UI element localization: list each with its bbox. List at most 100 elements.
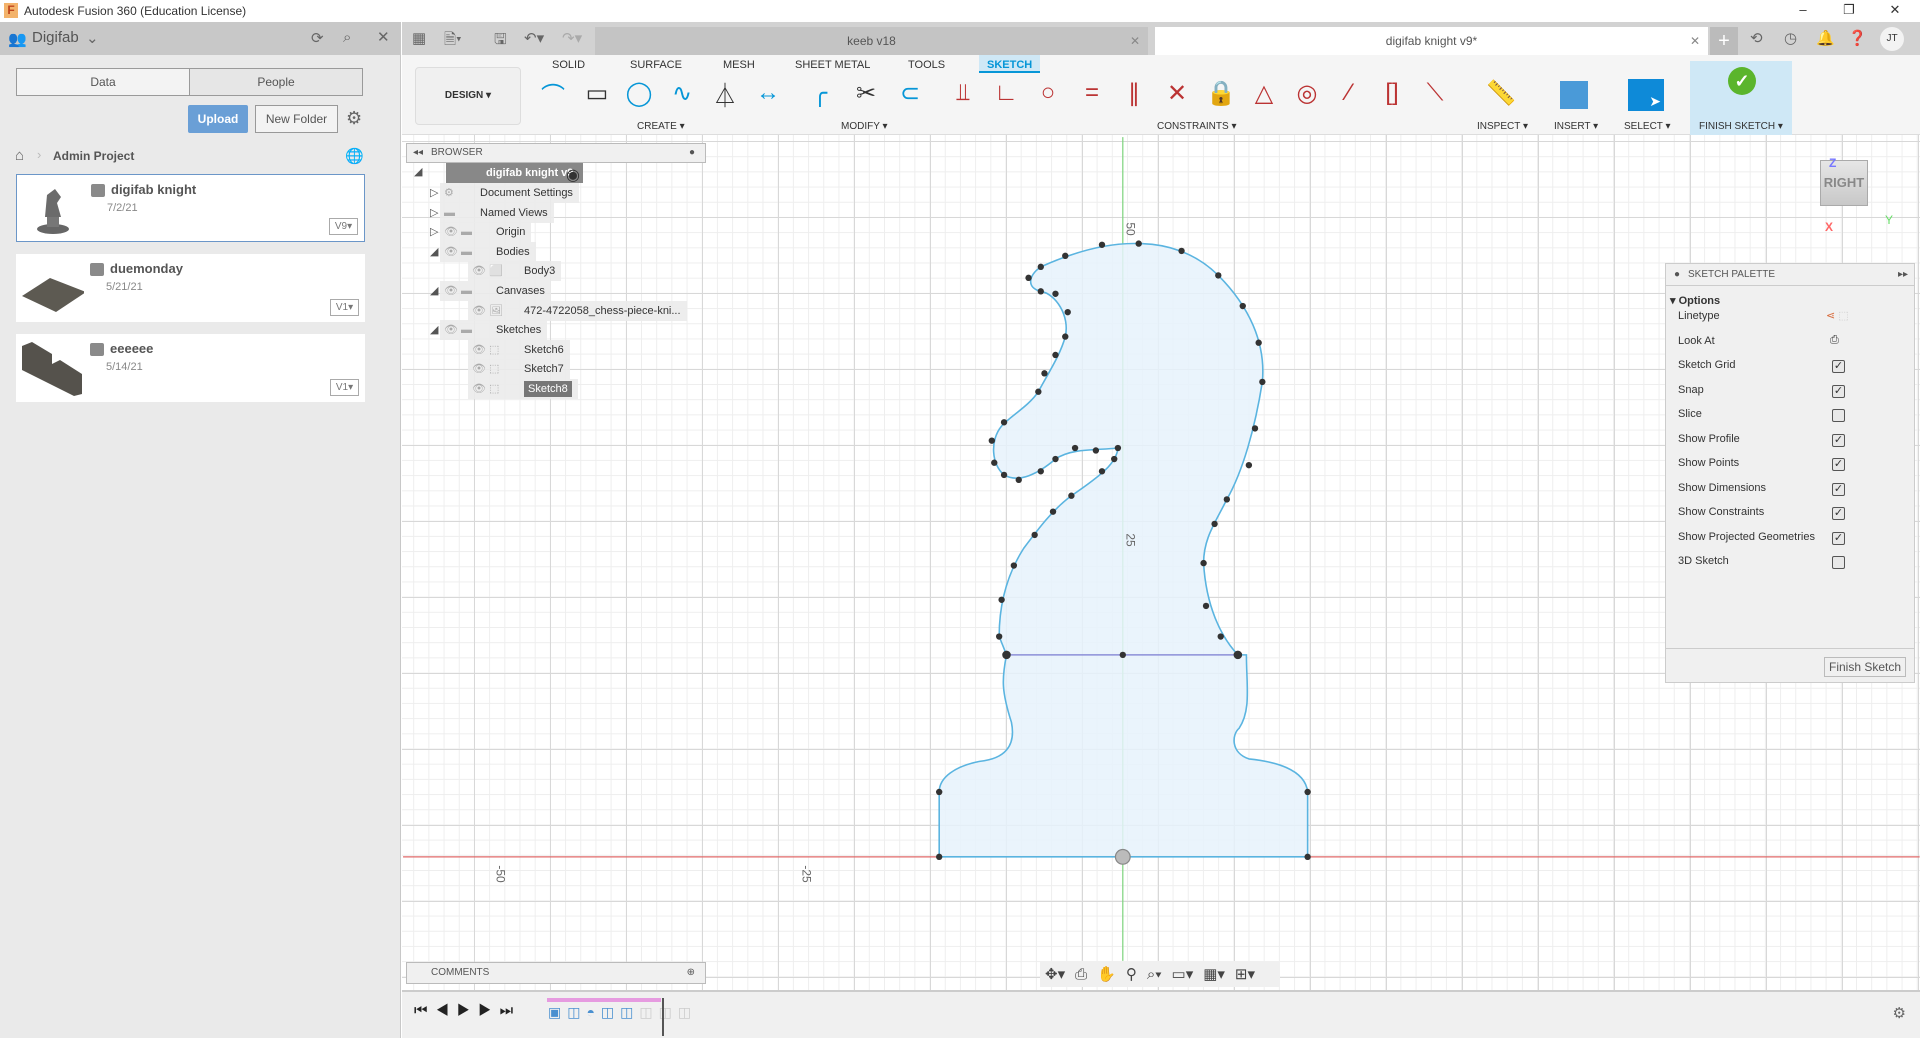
sketch-point	[1041, 370, 1048, 377]
sketch-point	[1000, 471, 1008, 479]
sketch-point	[995, 633, 1003, 640]
sketch-point	[1064, 308, 1071, 316]
viewports-icon[interactable]: ⊞▾	[1235, 965, 1255, 983]
browser-root[interactable]: digifab knight v9	[446, 163, 584, 183]
activate-radio-icon[interactable]: ◉	[566, 165, 580, 185]
sketch-point	[1217, 633, 1224, 640]
browser-item[interactable]: 👁 ▬ Origin	[440, 222, 532, 243]
viewcube-x-label: X	[1825, 220, 1834, 234]
sketch-point	[1037, 288, 1044, 295]
timeline-settings-gear-icon[interactable]: ⚙	[1893, 1004, 1906, 1022]
palette-checkbox[interactable]: ✓	[1832, 507, 1845, 520]
expand-palette-icon[interactable]: ▸▸	[1898, 264, 1908, 286]
palette-option: Snap	[1678, 383, 1704, 396]
look-at-icon[interactable]: ⎙	[1075, 966, 1087, 983]
sketch-point	[1000, 419, 1008, 426]
expand-root-icon[interactable]: ◢	[414, 165, 422, 178]
add-comment-icon[interactable]: ⊕	[687, 963, 695, 983]
palette-checkbox[interactable]: ✓	[1832, 531, 1845, 545]
palette-checkbox[interactable]: ✓	[1832, 433, 1845, 447]
options-section[interactable]: ▾ Options	[1670, 294, 1720, 307]
sketch-point	[1062, 333, 1069, 340]
palette-checkbox[interactable]: ✓	[1832, 482, 1845, 496]
expand-toggle-icon[interactable]: ▷	[430, 206, 438, 219]
timeline-group-bar	[547, 998, 661, 1002]
sketch-point	[1068, 492, 1075, 499]
sketch-point	[1031, 531, 1038, 539]
zoom-icon[interactable]: ⚲	[1126, 965, 1137, 983]
expand-toggle-icon[interactable]: ◢	[430, 323, 438, 336]
grid-settings-icon[interactable]: ▦▾	[1203, 965, 1225, 983]
timeline-playback-controls[interactable]: ⏮◀▶▶⏭	[414, 1002, 521, 1019]
pin-icon[interactable]: ●	[1674, 264, 1680, 286]
orbit-icon[interactable]: ✥▾	[1045, 965, 1065, 983]
item-icon[interactable]: 👁 ▬	[444, 242, 472, 262]
browser-item[interactable]: 👁 ▬ Sketches	[440, 320, 548, 341]
palette-checkbox[interactable]	[1832, 556, 1845, 569]
timeline-features[interactable]: ▣◫◓◫◫◫◫◫	[548, 1004, 697, 1021]
sketch-point	[988, 437, 996, 444]
sketch-point	[1015, 476, 1022, 484]
comments-panel[interactable]: COMMENTS ⊕	[406, 962, 706, 984]
expand-toggle-icon[interactable]: ▷	[430, 225, 438, 238]
palette-option: Sketch Grid	[1678, 359, 1736, 371]
browser-item[interactable]: 👁 🖼 472-4722058_chess-piece-kni...	[468, 300, 687, 321]
palette-option: Show Projected Geometries	[1678, 530, 1815, 543]
display-settings-icon[interactable]: ▭▾	[1172, 965, 1194, 983]
sketch-point	[1049, 508, 1057, 515]
timeline: ⏮◀▶▶⏭ ▣◫◓◫◫◫◫◫ ⚙	[402, 990, 1920, 1038]
item-icon[interactable]: ▬	[444, 203, 455, 223]
item-icon[interactable]: 👁 ⬚	[472, 359, 499, 379]
palette-option: Show Constraints	[1678, 506, 1765, 518]
dimension-label-25: 25	[1123, 533, 1138, 547]
item-icon[interactable]: 👁 ▬	[444, 320, 472, 340]
browser-item[interactable]: 👁 ▬ Canvases	[440, 281, 551, 301]
pin-icon[interactable]: ●	[689, 144, 695, 162]
browser-item[interactable]: 👁 ▬ Bodies	[440, 241, 536, 262]
look-at-icon[interactable]: ⎙	[1830, 334, 1839, 347]
sketch-point	[1098, 468, 1106, 475]
collapse-browser-icon[interactable]: ◂◂	[413, 144, 423, 162]
sketch-point	[1114, 444, 1122, 452]
sketch-point	[1135, 240, 1142, 247]
sketch-point	[1010, 562, 1018, 569]
zoom-window-icon[interactable]: ⌕▾	[1147, 966, 1162, 983]
browser-item[interactable]: 👁 ⬜ Body3	[468, 261, 562, 282]
finish-sketch-palette-button[interactable]: Finish Sketch	[1824, 657, 1906, 677]
sketch-point	[1119, 651, 1126, 659]
sketch-point	[936, 788, 943, 796]
browser-item[interactable]: 👁 ⬚ Sketch6	[468, 339, 570, 360]
sketch-point	[1071, 444, 1079, 452]
sketch-point	[1052, 351, 1059, 359]
sketch-point	[1211, 520, 1218, 528]
palette-checkbox[interactable]: ✓	[1832, 458, 1845, 471]
item-icon[interactable]: 👁 ▬	[444, 222, 472, 242]
item-icon[interactable]: 👁 🖼	[472, 301, 503, 321]
palette-checkbox[interactable]: ✓	[1832, 360, 1845, 373]
viewcube-y-label: Y	[1885, 213, 1894, 227]
browser-item[interactable]: ▬ Named Views	[440, 202, 554, 223]
browser-panel: ◂◂ BROWSER ● ◢ digifab knight v9 ◉ ▷ ⚙ Document…	[406, 143, 706, 463]
item-icon[interactable]: 👁 ⬚	[472, 340, 499, 360]
browser-item[interactable]: 👁 ⬚ Sketch8	[468, 379, 578, 399]
expand-toggle-icon[interactable]: ◢	[430, 284, 438, 297]
browser-item[interactable]: ⚙ Document Settings	[440, 183, 579, 203]
browser-item[interactable]: 👁 ⬚ Sketch7	[468, 359, 570, 380]
item-icon[interactable]: 👁 ⬚	[472, 379, 499, 399]
item-icon[interactable]: 👁 ▬	[444, 281, 472, 301]
viewcube[interactable]: RIGHT	[1820, 160, 1868, 206]
sketch-point	[998, 596, 1005, 603]
browser-header: ◂◂ BROWSER ●	[406, 143, 706, 163]
palette-checkbox[interactable]: ✓	[1832, 384, 1845, 398]
sketch-point	[991, 459, 998, 466]
palette-option: 3D Sketch	[1678, 555, 1729, 567]
palette-checkbox[interactable]	[1832, 409, 1845, 422]
timeline-marker[interactable]	[662, 998, 664, 1036]
expand-toggle-icon[interactable]: ◢	[430, 245, 438, 258]
sketch-point	[1037, 468, 1044, 475]
expand-toggle-icon[interactable]: ▷	[430, 186, 438, 199]
item-icon[interactable]: 👁 ⬜	[472, 261, 503, 281]
construction-linetype-icon[interactable]: ⋖ ⬚	[1826, 309, 1849, 322]
item-icon[interactable]: ⚙	[444, 183, 454, 203]
pan-hand-icon[interactable]: ✋	[1097, 965, 1116, 983]
